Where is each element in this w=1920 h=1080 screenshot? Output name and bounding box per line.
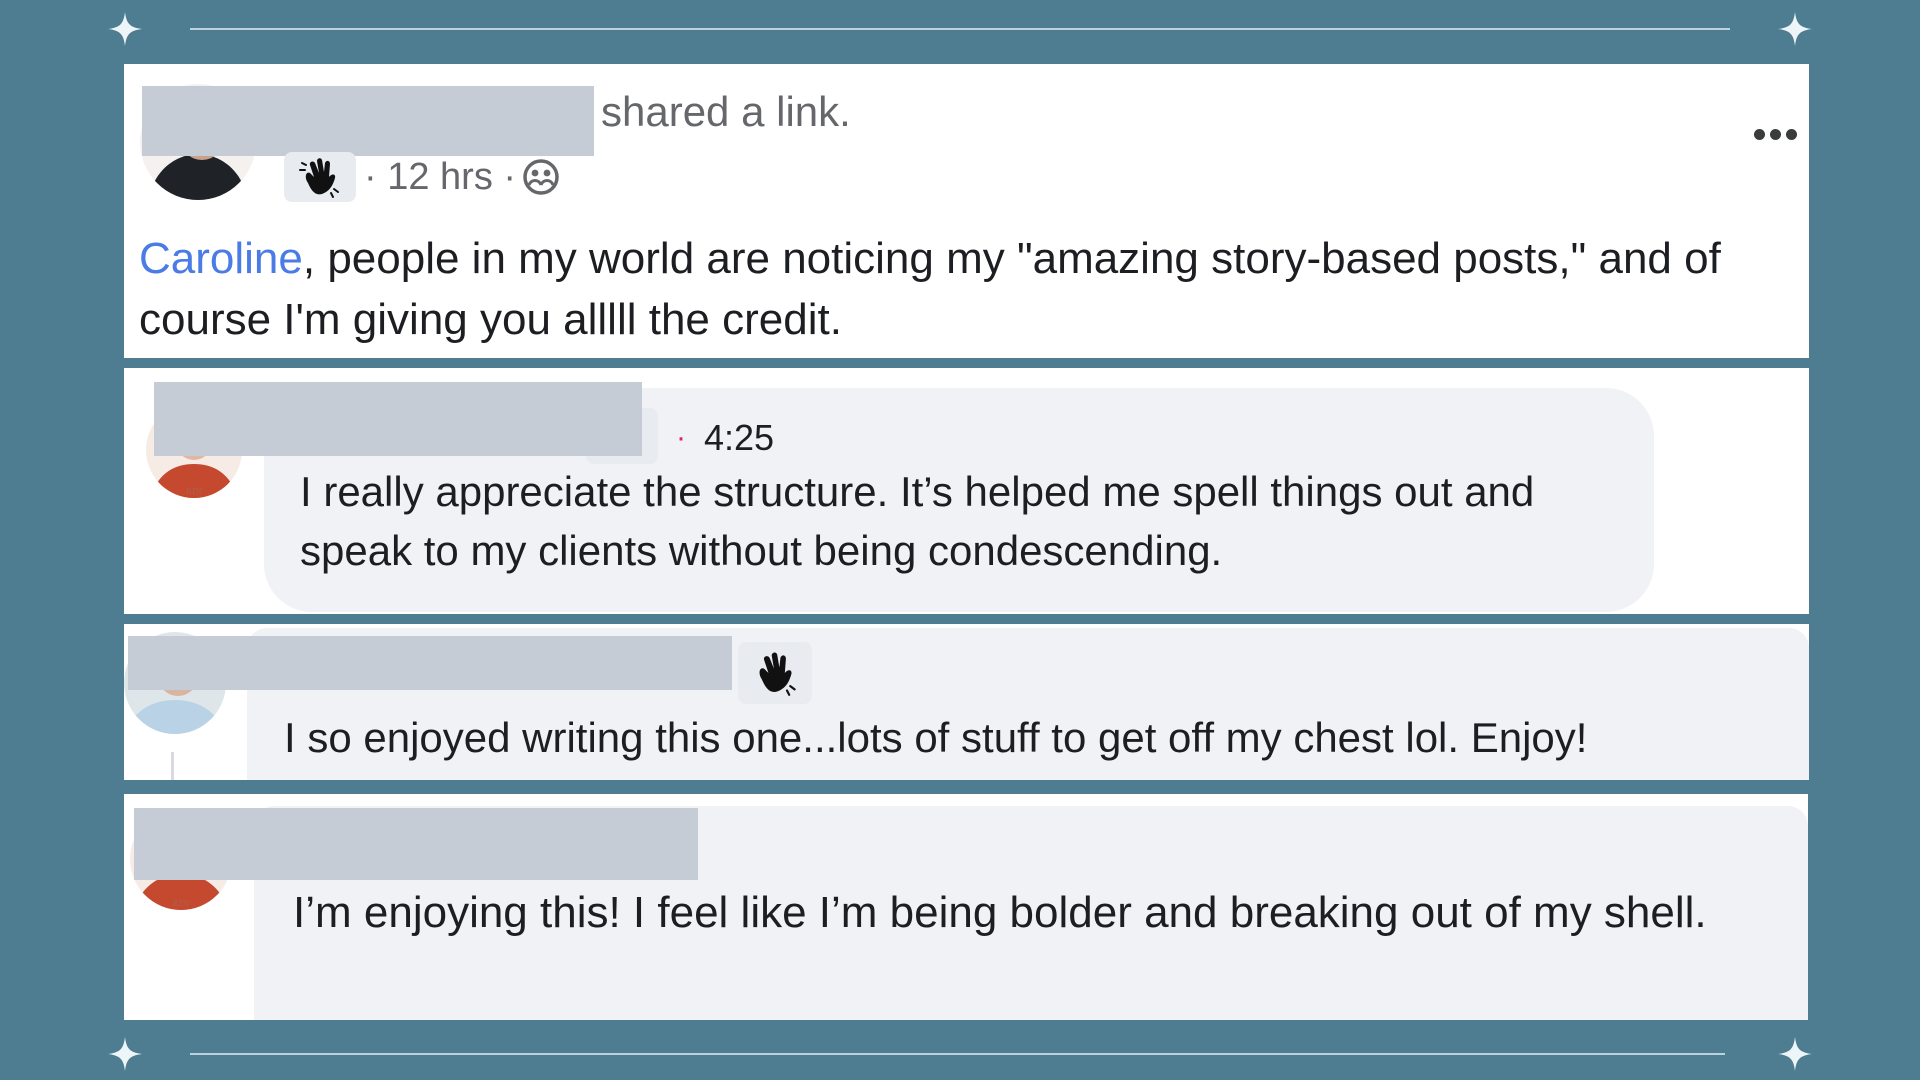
comment-text: I really appreciate the structure. It’s … xyxy=(300,468,1535,574)
bottom-divider-line xyxy=(190,1053,1725,1055)
comment-text: I’m enjoying this! I feel like I’m being… xyxy=(293,888,1707,937)
comment-thread-line xyxy=(171,752,174,780)
redacted-author-name xyxy=(142,86,594,156)
audience-group-icon[interactable] xyxy=(522,158,560,196)
comment-card: ʀɪɴ · 4:25 I really appreciate the struc… xyxy=(124,368,1809,614)
comment-time[interactable]: 4:25 xyxy=(704,416,774,460)
more-options-icon[interactable] xyxy=(1754,126,1804,142)
comment-text: I so enjoyed writing this one...lots of … xyxy=(284,714,1588,761)
community-badge[interactable] xyxy=(284,152,356,202)
top-divider-line xyxy=(190,28,1730,30)
post-meta: · 12 hrs · xyxy=(364,156,517,198)
post-body: Caroline, people in my world are noticin… xyxy=(139,228,1799,350)
svg-text:ʀɪɴ: ʀɪɴ xyxy=(185,484,202,497)
redacted-commenter-name xyxy=(134,808,698,880)
post-body-text: , people in my world are noticing my "am… xyxy=(139,234,1721,344)
redacted-commenter-name xyxy=(154,382,642,456)
sparkle-icon xyxy=(1778,12,1812,46)
comment-card: I so enjoyed writing this one...lots of … xyxy=(124,624,1809,780)
post-card: shared a link. · 12 hrs · Caroline, peop… xyxy=(124,64,1809,358)
redacted-commenter-name xyxy=(128,636,732,690)
comment-separator: · xyxy=(676,421,686,454)
mention-link[interactable]: Caroline xyxy=(139,234,303,283)
comment-card: ʀɪɴ I’m enjoying this! I feel like I’m b… xyxy=(124,794,1808,1020)
waving-hand-icon xyxy=(298,155,342,199)
sparkle-icon xyxy=(1778,1037,1812,1071)
sparkle-icon xyxy=(108,12,142,46)
post-action-text: shared a link. xyxy=(601,88,851,135)
waving-hand-icon xyxy=(751,649,799,697)
community-badge[interactable] xyxy=(738,642,812,704)
svg-text:ʀɪɴ: ʀɪɴ xyxy=(172,896,189,909)
sparkle-icon xyxy=(108,1037,142,1071)
